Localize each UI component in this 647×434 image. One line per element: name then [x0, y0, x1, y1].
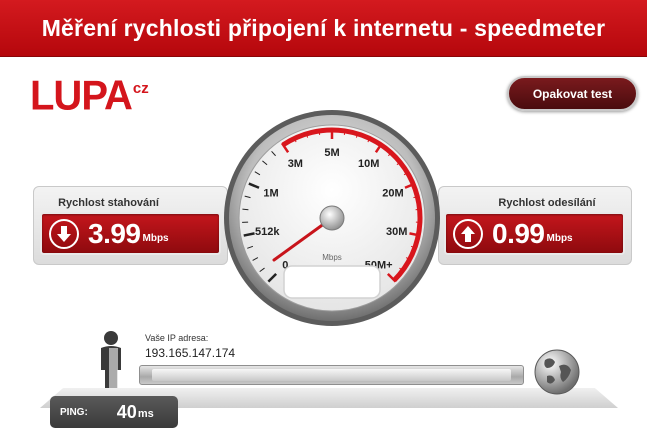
gauge-scale-label: 10M	[358, 158, 379, 170]
upload-panel: Rychlost odesílání 0.99 Mbps	[438, 186, 632, 265]
upload-speed-value: 0.99	[492, 217, 545, 249]
upload-label: Rychlost odesílání	[498, 197, 596, 209]
gauge-unit-label: Mbps	[322, 253, 342, 262]
ping-value: 40	[116, 401, 137, 422]
page-header: Měření rychlosti připojení k internetu -…	[0, 0, 647, 57]
download-speed-box: 3.99 Mbps	[40, 212, 221, 255]
ping-label: PING:	[60, 406, 88, 418]
connection-bar	[139, 365, 524, 385]
lupa-logo[interactable]: LUPA cz	[30, 72, 149, 120]
upload-arrow-icon	[453, 218, 483, 249]
logo-main-text: LUPA	[30, 72, 133, 120]
gauge-scale-label: 512k	[255, 226, 280, 238]
download-label: Rychlost stahování	[58, 197, 159, 209]
retest-button[interactable]: Opakovat test	[507, 76, 638, 111]
ip-value: 193.165.147.174	[145, 346, 236, 360]
gauge-scale-label: 3M	[288, 158, 303, 170]
upload-speed-box: 0.99 Mbps	[444, 212, 625, 255]
download-speed-unit: Mbps	[142, 233, 169, 244]
gauge-hub	[319, 205, 345, 231]
globe-icon	[534, 349, 580, 395]
ping-unit: ms	[137, 408, 154, 420]
gauge-display-window	[283, 265, 381, 299]
download-speed-value: 3.99	[88, 217, 141, 249]
ip-label: Vaše IP adresa:	[145, 333, 209, 343]
gauge-scale-label: 30M	[386, 226, 407, 238]
download-panel: Rychlost stahování 3.99 Mbps	[33, 186, 228, 265]
connection-bar-inner	[152, 369, 511, 381]
user-icon	[101, 331, 121, 392]
gauge-scale-label: 20M	[382, 188, 403, 200]
logo-sup-text: cz	[132, 80, 149, 97]
page-title: Měření rychlosti připojení k internetu -…	[41, 14, 606, 41]
speedometer-gauge: 0512k1M3M5M10M20M30M50M+ Mbps	[224, 110, 440, 326]
download-arrow-icon	[49, 218, 79, 249]
upload-speed-unit: Mbps	[546, 233, 573, 244]
gauge-scale-label: 1M	[263, 188, 278, 200]
ping-box: PING: 40 ms	[50, 396, 178, 428]
gauge-scale-label: 5M	[324, 147, 339, 159]
gauge-minor-tick	[242, 208, 249, 211]
gauge-minor-tick	[415, 208, 422, 211]
